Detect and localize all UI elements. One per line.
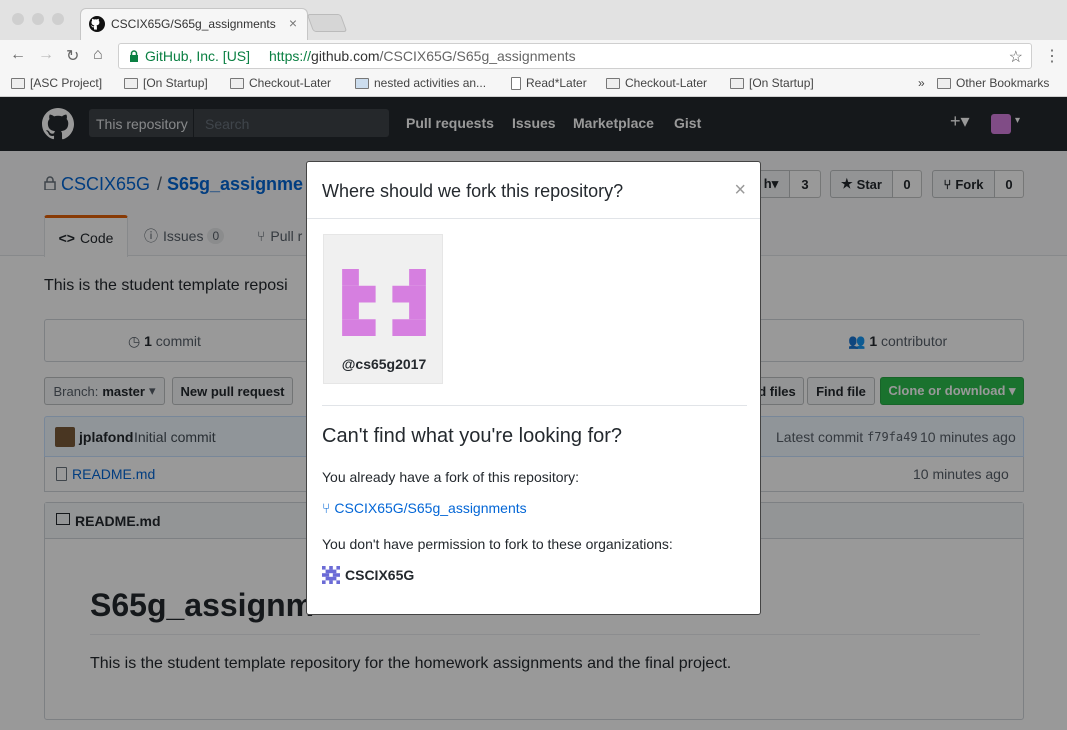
dialog-title: Where should we fork this repository? (322, 181, 624, 201)
browser-menu-icon[interactable]: ⋮ (1044, 46, 1060, 66)
github-favicon-icon (89, 16, 105, 32)
document-icon (511, 76, 521, 90)
bookmark-item[interactable]: Checkout-Later (606, 76, 707, 90)
folder-icon (11, 77, 25, 89)
browser-tab-bar: CSCIX65G/S65g_assignments × (0, 0, 1067, 40)
folder-icon (606, 77, 620, 89)
other-bookmarks[interactable]: Other Bookmarks (937, 76, 1049, 90)
org-name: CSCIX65G (345, 567, 415, 583)
fork-icon: ⑂ (322, 500, 331, 516)
organization-item: CSCIX65G (322, 566, 414, 584)
bookmark-item[interactable]: [On Startup] (730, 76, 814, 90)
folder-icon (124, 77, 138, 89)
tab-title: CSCIX65G/S65g_assignments (111, 17, 276, 31)
lock-icon (129, 50, 139, 62)
back-arrow-icon[interactable]: ← (10, 46, 26, 64)
identicon-avatar (342, 269, 426, 336)
browser-tab[interactable]: CSCIX65G/S65g_assignments × (80, 8, 308, 40)
url-host: github.com (311, 48, 380, 64)
security-label: GitHub, Inc. [US] (145, 48, 251, 64)
forward-arrow-icon[interactable]: → (38, 46, 54, 64)
folder-icon (937, 77, 951, 89)
url-text[interactable]: https://github.com/CSCIX65G/S65g_assignm… (269, 48, 576, 64)
tab-close-icon[interactable]: × (289, 15, 297, 31)
bookmark-item[interactable]: [ASC Project] (11, 76, 102, 90)
org-avatar-icon (322, 566, 340, 584)
dialog-divider (322, 405, 747, 406)
reload-icon[interactable]: ↻ (66, 46, 79, 66)
url-protocol: https:// (269, 48, 312, 64)
close-icon[interactable]: × (734, 179, 746, 202)
no-permission-text: You don't have permission to fork to the… (322, 536, 673, 552)
zoom-window-button[interactable] (52, 13, 64, 25)
dialog-header: Where should we fork this repository? × (307, 162, 760, 219)
account-name: @cs65g2017 (341, 356, 427, 372)
page-icon (355, 77, 369, 89)
minimize-window-button[interactable] (32, 13, 44, 25)
address-bar[interactable]: GitHub, Inc. [US] https://github.com/CSC… (118, 43, 1032, 69)
browser-toolbar: ← → ↻ ⌂ GitHub, Inc. [US] https://github… (0, 40, 1067, 72)
bookmark-star-icon[interactable]: ☆ (1009, 47, 1023, 67)
folder-icon (230, 77, 244, 89)
home-icon[interactable]: ⌂ (93, 46, 103, 64)
new-tab-button[interactable] (306, 14, 348, 32)
folder-icon (730, 77, 744, 89)
cant-find-heading: Can't find what you're looking for? (322, 425, 623, 447)
bookmark-item[interactable]: nested activities an... (355, 76, 486, 90)
fork-dialog: Where should we fork this repository? × … (306, 161, 761, 615)
already-forked-text: You already have a fork of this reposito… (322, 469, 580, 485)
bookmark-item[interactable]: [On Startup] (124, 76, 208, 90)
bookmarks-bar: [ASC Project] [On Startup] Checkout-Late… (0, 72, 1067, 97)
url-path: /CSCIX65G/S65g_assignments (379, 48, 576, 64)
fork-account-card[interactable]: @cs65g2017 (323, 234, 443, 384)
bookmarks-overflow[interactable]: » (918, 76, 925, 90)
close-window-button[interactable] (12, 13, 24, 25)
existing-fork-link[interactable]: ⑂ CSCIX65G/S65g_assignments (322, 500, 527, 516)
bookmark-item[interactable]: Checkout-Later (230, 76, 331, 90)
bookmark-item[interactable]: Read*Later (511, 76, 587, 90)
